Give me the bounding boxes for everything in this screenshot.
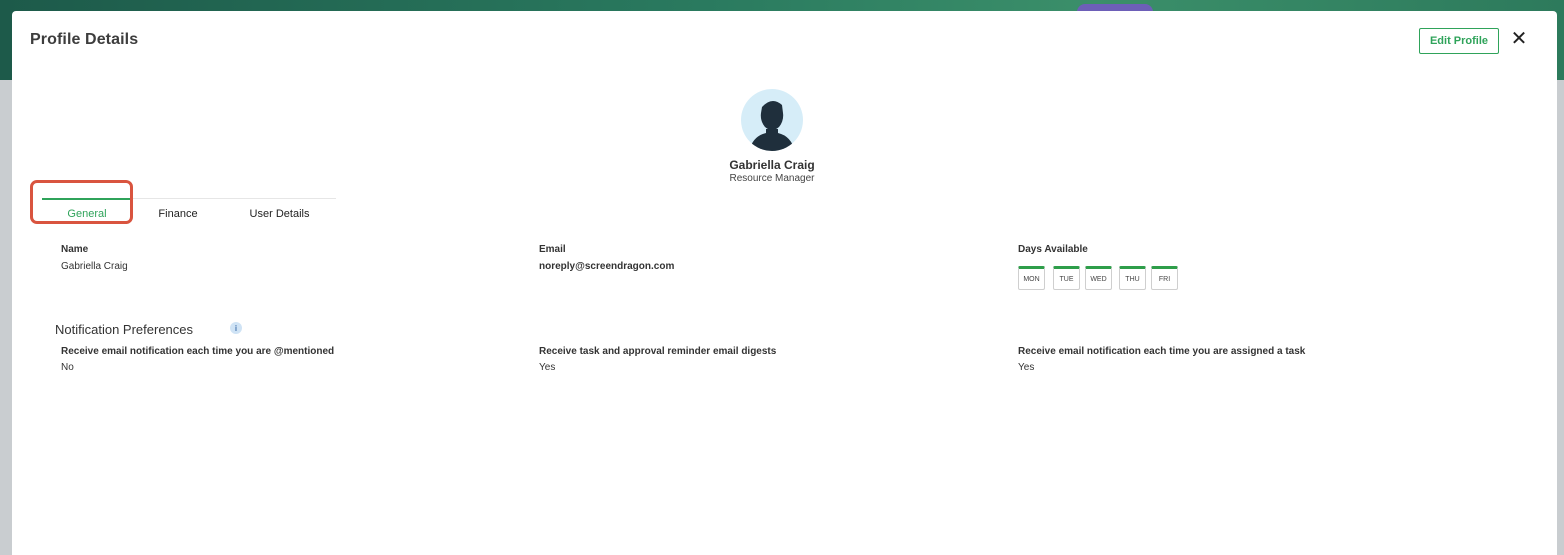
digest-notification-value: Yes: [539, 362, 556, 373]
day-fri: FRI: [1151, 266, 1178, 290]
name-value: Gabriella Craig: [61, 261, 128, 272]
assigned-notification-label: Receive email notification each time you…: [1018, 346, 1306, 357]
close-icon[interactable]: ✕: [1509, 28, 1529, 50]
user-silhouette-icon: [749, 100, 795, 151]
name-label: Name: [61, 244, 89, 255]
email-label: Email: [539, 244, 566, 255]
day-wed: WED: [1085, 266, 1112, 290]
email-value: noreply@screendragon.com: [539, 261, 675, 272]
edit-profile-button[interactable]: Edit Profile: [1419, 28, 1499, 54]
profile-name: Gabriella Craig: [729, 158, 815, 172]
mention-notification-value: No: [61, 362, 74, 373]
info-icon[interactable]: i: [230, 322, 242, 334]
profile-role: Resource Manager: [729, 173, 815, 184]
assigned-notification-value: Yes: [1018, 362, 1035, 373]
notification-preferences-title: Notification Preferences: [55, 322, 194, 337]
digest-notification-label: Receive task and approval reminder email…: [539, 346, 777, 357]
avatar: [741, 89, 803, 151]
day-tue: TUE: [1053, 266, 1080, 290]
profile-details-modal: Profile Details Edit Profile ✕ Gabriella…: [12, 11, 1557, 555]
tab-finance[interactable]: Finance: [152, 199, 204, 229]
days-available-label: Days Available: [1018, 244, 1088, 255]
mention-notification-label: Receive email notification each time you…: [61, 346, 335, 357]
tab-user-details[interactable]: User Details: [242, 199, 317, 229]
day-mon: MON: [1018, 266, 1045, 290]
tab-highlight-annotation: [30, 180, 133, 224]
modal-title: Profile Details: [30, 31, 139, 48]
day-thu: THU: [1119, 266, 1146, 290]
